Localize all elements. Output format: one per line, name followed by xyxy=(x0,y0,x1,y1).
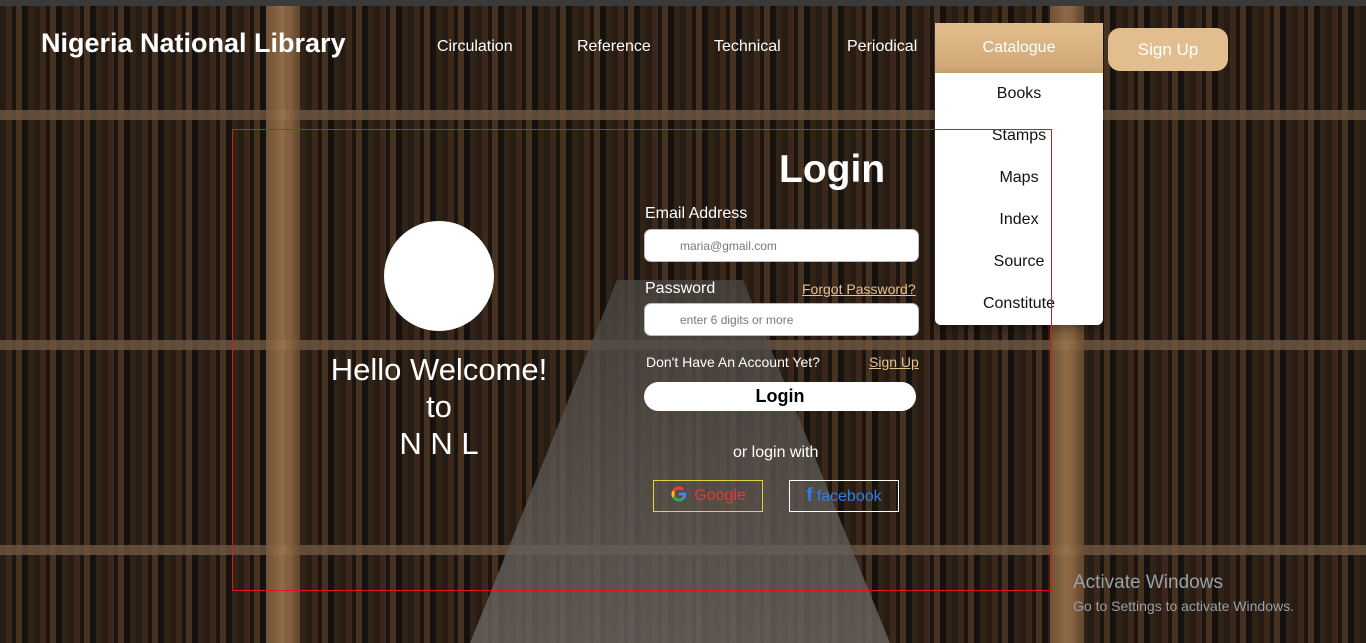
facebook-label: facebook xyxy=(816,488,882,505)
watermark-title: Activate Windows xyxy=(1073,572,1223,593)
signup-link[interactable]: Sign Up xyxy=(869,354,919,370)
nav-catalogue[interactable]: Catalogue xyxy=(935,23,1103,73)
nav-technical[interactable]: Technical xyxy=(714,38,781,56)
welcome-line: N N L xyxy=(399,426,479,461)
email-label: Email Address xyxy=(645,205,748,222)
login-button[interactable]: Login xyxy=(644,382,916,411)
watermark-subtitle: Go to Settings to activate Windows. xyxy=(1073,598,1294,614)
google-login-button[interactable]: Google xyxy=(653,480,763,512)
activate-windows-watermark: Activate Windows Go to Settings to activ… xyxy=(1073,572,1294,614)
facebook-icon: f xyxy=(806,485,813,506)
nav-circulation[interactable]: Circulation xyxy=(437,38,513,56)
dropdown-item-books[interactable]: Books xyxy=(935,73,1103,115)
site-title[interactable]: Nigeria National Library xyxy=(41,28,346,59)
google-icon xyxy=(671,486,687,502)
shelf-divider xyxy=(0,110,1366,120)
welcome-line: to xyxy=(426,389,452,424)
forgot-password-link[interactable]: Forgot Password? xyxy=(802,281,916,297)
signup-button[interactable]: Sign Up xyxy=(1108,28,1228,71)
no-account-text: Don't Have An Account Yet? xyxy=(646,354,820,370)
nav-reference[interactable]: Reference xyxy=(577,38,651,56)
welcome-line: Hello Welcome! xyxy=(330,352,548,387)
password-field[interactable] xyxy=(644,303,919,336)
avatar xyxy=(384,221,494,331)
or-login-with-text: or login with xyxy=(733,444,819,461)
google-label: Google xyxy=(694,487,746,504)
facebook-login-button[interactable]: f facebook xyxy=(789,480,899,512)
email-field[interactable] xyxy=(644,229,919,262)
password-label: Password xyxy=(645,280,716,297)
welcome-message: Hello Welcome! to N N L xyxy=(318,351,560,462)
nav-periodical[interactable]: Periodical xyxy=(847,38,917,56)
login-title: Login xyxy=(779,148,886,191)
